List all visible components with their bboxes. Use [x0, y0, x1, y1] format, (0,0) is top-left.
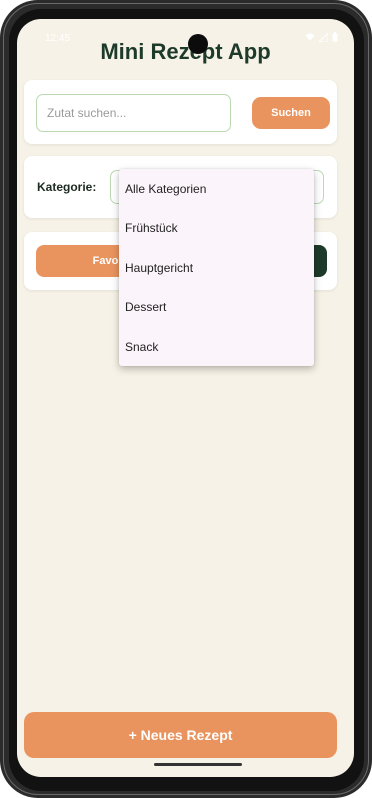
- dropdown-option-fruehstueck[interactable]: Frühstück: [119, 210, 314, 246]
- category-label: Kategorie:: [37, 180, 97, 194]
- search-button[interactable]: Suchen: [252, 97, 330, 129]
- phone-frame: 12:45 Mini Rezept App Suchen Kategorie: …: [0, 0, 372, 798]
- dropdown-option-all[interactable]: Alle Kategorien: [119, 171, 314, 207]
- app-title: Mini Rezept App: [100, 39, 271, 64]
- category-dropdown-menu: Alle Kategorien Frühstück Hauptgericht D…: [119, 169, 314, 366]
- search-input[interactable]: [36, 94, 231, 132]
- app-screen: 12:45 Mini Rezept App Suchen Kategorie: …: [17, 19, 354, 777]
- new-recipe-button[interactable]: + Neues Rezept: [24, 712, 337, 758]
- dropdown-option-dessert[interactable]: Dessert: [119, 289, 314, 325]
- gesture-bar[interactable]: [154, 763, 242, 766]
- dropdown-option-hauptgericht[interactable]: Hauptgericht: [119, 250, 314, 286]
- camera-cutout: [188, 34, 208, 54]
- dropdown-option-snack[interactable]: Snack: [119, 329, 314, 365]
- search-card: Suchen: [24, 80, 337, 144]
